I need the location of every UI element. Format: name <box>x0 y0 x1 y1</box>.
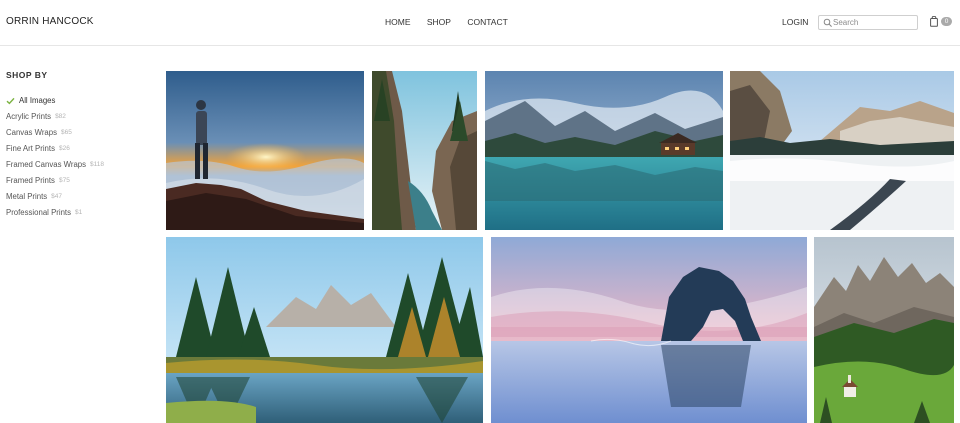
category-label: Fine Art Prints <box>6 144 55 154</box>
category-price: $65 <box>61 129 72 137</box>
category-price: $118 <box>90 161 105 168</box>
search-box[interactable] <box>818 15 918 30</box>
category-professional-prints[interactable]: Professional Prints $1 <box>6 204 156 220</box>
shop-by-sidebar: SHOP BY All Images Acrylic Prints $82 Ca… <box>6 70 156 220</box>
nav-contact[interactable]: CONTACT <box>467 17 507 27</box>
sidebar-title: SHOP BY <box>6 70 48 80</box>
category-framed-canvas-wraps[interactable]: Framed Canvas Wraps $118 <box>6 157 156 173</box>
search-input[interactable] <box>833 17 915 28</box>
category-price: $82 <box>55 113 66 121</box>
category-label: Professional Prints <box>6 207 72 217</box>
category-acrylic-prints[interactable]: Acrylic Prints $82 <box>6 109 156 125</box>
category-label: All Images <box>19 96 56 106</box>
category-price: $75 <box>58 176 70 184</box>
gallery-photo-emerald-lake[interactable] <box>485 71 723 230</box>
search-icon <box>823 18 832 27</box>
category-label: Metal Prints <box>6 191 48 201</box>
category-label: Canvas Wraps <box>6 128 57 138</box>
category-label: Framed Prints <box>6 175 55 185</box>
site-brand[interactable]: ORRIN HANCOCK <box>6 16 94 27</box>
photo-misty-valley-image <box>730 71 954 230</box>
photo-coastal-rocks-image <box>372 71 477 230</box>
main-nav: HOME SHOP CONTACT <box>385 17 522 27</box>
nav-shop[interactable]: SHOP <box>427 17 451 27</box>
category-price: $26 <box>58 145 70 153</box>
category-label: Framed Canvas Wraps <box>6 160 87 169</box>
photo-emerald-lake-image <box>485 71 723 230</box>
gallery-photo-dolomites-chapel[interactable] <box>814 237 954 423</box>
login-link[interactable]: LOGIN <box>782 17 808 27</box>
category-price: $1 <box>75 208 83 216</box>
gallery-photo-hiker-sunset[interactable] <box>166 71 364 230</box>
category-canvas-wraps[interactable]: Canvas Wraps $65 <box>6 125 156 141</box>
checkmark-icon <box>6 97 15 105</box>
category-fine-art-prints[interactable]: Fine Art Prints $26 <box>6 141 156 157</box>
cart-button[interactable]: 0 <box>930 16 952 27</box>
photo-sea-arch-image <box>491 237 807 423</box>
category-framed-prints[interactable]: Framed Prints $75 <box>6 172 156 188</box>
cart-count-badge: 0 <box>941 17 952 26</box>
category-all-images[interactable]: All Images <box>6 93 156 109</box>
nav-home[interactable]: HOME <box>385 17 411 27</box>
gallery-photo-misty-valley[interactable] <box>730 71 954 230</box>
photo-teton-reflection-image <box>166 237 483 423</box>
gallery-photo-teton-reflection[interactable] <box>166 237 483 423</box>
top-header: ORRIN HANCOCK HOME SHOP CONTACT LOGIN 0 <box>0 0 960 46</box>
gallery-photo-coastal-rocks[interactable] <box>372 71 477 230</box>
photo-dolomites-chapel-image <box>814 237 954 423</box>
category-metal-prints[interactable]: Metal Prints $47 <box>6 188 156 204</box>
cart-icon <box>930 16 938 27</box>
gallery-photo-sea-arch[interactable] <box>491 237 807 423</box>
photo-hiker-sunset-image <box>166 71 364 230</box>
category-label: Acrylic Prints <box>6 112 52 122</box>
category-price: $47 <box>51 192 63 200</box>
